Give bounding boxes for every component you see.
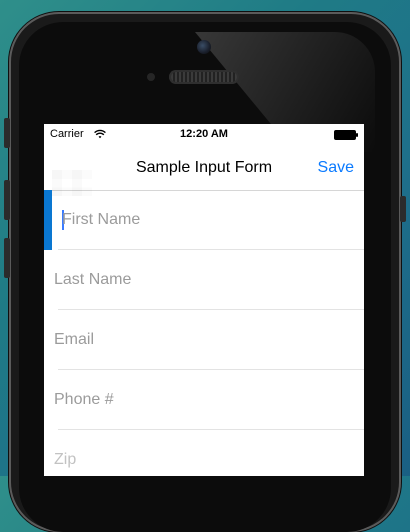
battery-icon	[334, 130, 358, 140]
mute-switch	[4, 118, 10, 148]
email-field[interactable]: Email	[44, 310, 364, 370]
earpiece-speaker	[169, 70, 239, 84]
power-button	[400, 196, 406, 222]
phone-field[interactable]: Phone #	[44, 370, 364, 430]
last-name-field[interactable]: Last Name	[44, 250, 364, 310]
save-button[interactable]: Save	[318, 159, 354, 177]
page-title: Sample Input Form	[135, 159, 273, 176]
active-field-indicator	[44, 190, 52, 250]
status-time: 12:20 AM	[180, 128, 228, 140]
email-placeholder: Email	[54, 331, 95, 348]
front-camera-icon	[197, 40, 211, 54]
last-name-placeholder: Last Name	[54, 271, 132, 288]
zip-placeholder: Zip	[54, 451, 77, 468]
first-name-placeholder: First Name	[62, 211, 141, 228]
proximity-sensor	[147, 73, 155, 81]
zip-field[interactable]: Zip	[44, 430, 364, 476]
phone-placeholder: Phone #	[54, 391, 114, 408]
status-bar: Carrier 12:20 AM	[44, 124, 364, 144]
volume-up-button	[4, 180, 10, 220]
volume-down-button	[4, 238, 10, 278]
app-screen: Carrier 12:20 AM Sample Input Form Save …	[44, 124, 364, 476]
navigation-bar: Sample Input Form Save	[44, 144, 364, 196]
first-name-field[interactable]: First Name	[44, 190, 364, 250]
